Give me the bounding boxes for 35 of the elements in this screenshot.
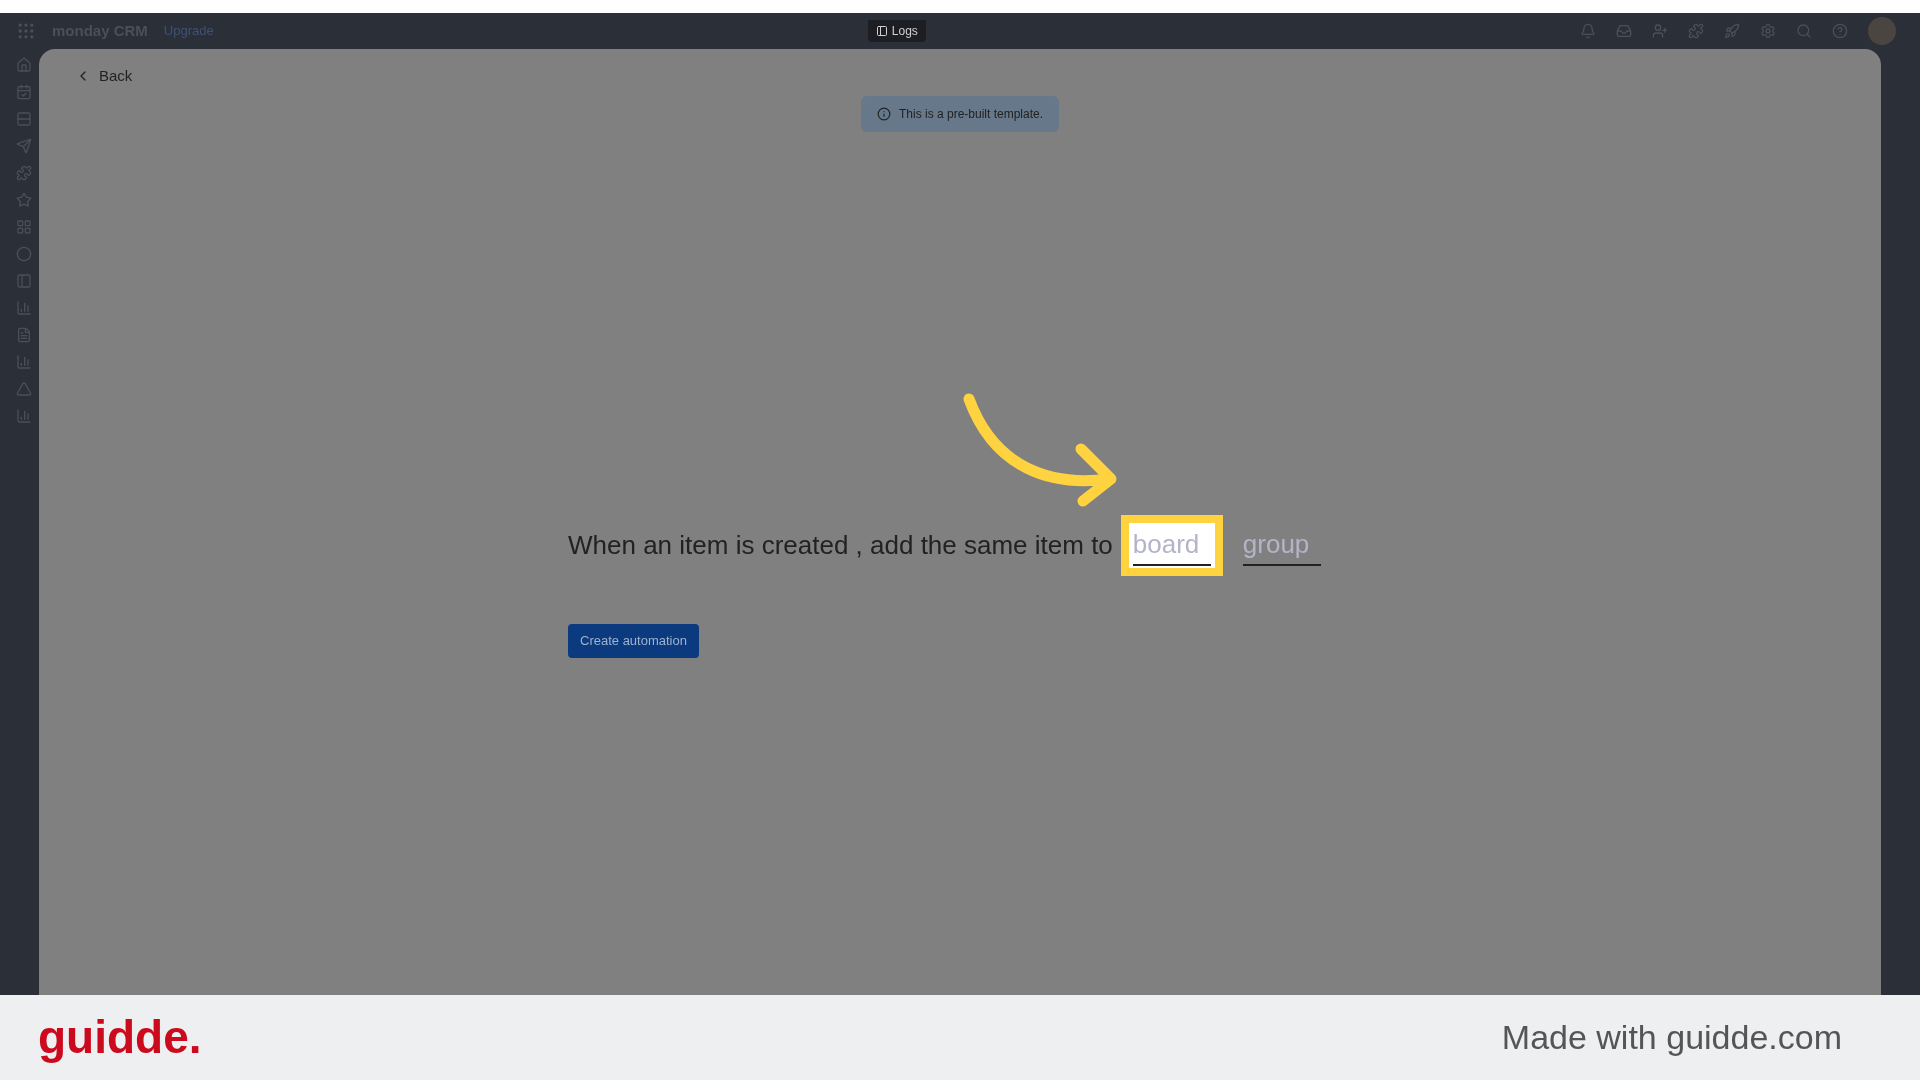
puzzle-icon[interactable]	[16, 165, 32, 181]
apps-grid-icon[interactable]	[16, 21, 36, 41]
triangle-icon[interactable]	[16, 381, 32, 397]
circle-icon[interactable]	[16, 246, 32, 262]
info-icon	[876, 106, 891, 121]
panel-icon[interactable]	[16, 273, 32, 289]
grid-icon[interactable]	[16, 219, 32, 235]
automation-sentence: When an item is created , add the same item to	[568, 528, 1113, 562]
logs-tab[interactable]: Logs	[867, 20, 926, 42]
back-button[interactable]: Back	[75, 65, 133, 88]
rocket-icon[interactable]	[1724, 23, 1740, 39]
dropdown-field[interactable]: group	[1230, 514, 1333, 576]
credit-text: Made with guidde.com	[1501, 1017, 1842, 1058]
settings-icon[interactable]	[1760, 23, 1776, 39]
help-icon[interactable]	[1832, 23, 1848, 39]
inbox-icon[interactable]	[1616, 23, 1632, 39]
panel-icon	[875, 25, 888, 37]
calendar-icon[interactable]	[16, 84, 32, 100]
user-plus-icon[interactable]	[1652, 23, 1668, 39]
notice-text: This is a pre-built template.	[898, 105, 1044, 123]
home-icon[interactable]	[16, 57, 32, 73]
dropdown-field[interactable]: board	[1120, 514, 1223, 576]
avatar[interactable]	[1868, 17, 1896, 45]
document-icon[interactable]	[16, 327, 32, 343]
search-icon[interactable]	[1796, 23, 1812, 39]
bar-chart-icon[interactable]	[16, 300, 32, 316]
bar-chart-icon[interactable]	[16, 408, 32, 424]
send-icon[interactable]	[16, 138, 32, 154]
bar-chart-icon[interactable]	[16, 354, 32, 370]
star-icon[interactable]	[16, 192, 32, 208]
guidde-logo: guidde.	[38, 1010, 202, 1065]
bell-icon[interactable]	[1580, 23, 1596, 39]
puzzle-icon[interactable]	[1688, 23, 1704, 39]
rows-icon[interactable]	[16, 111, 32, 127]
create-automation-button[interactable]: Create automation	[568, 623, 699, 658]
